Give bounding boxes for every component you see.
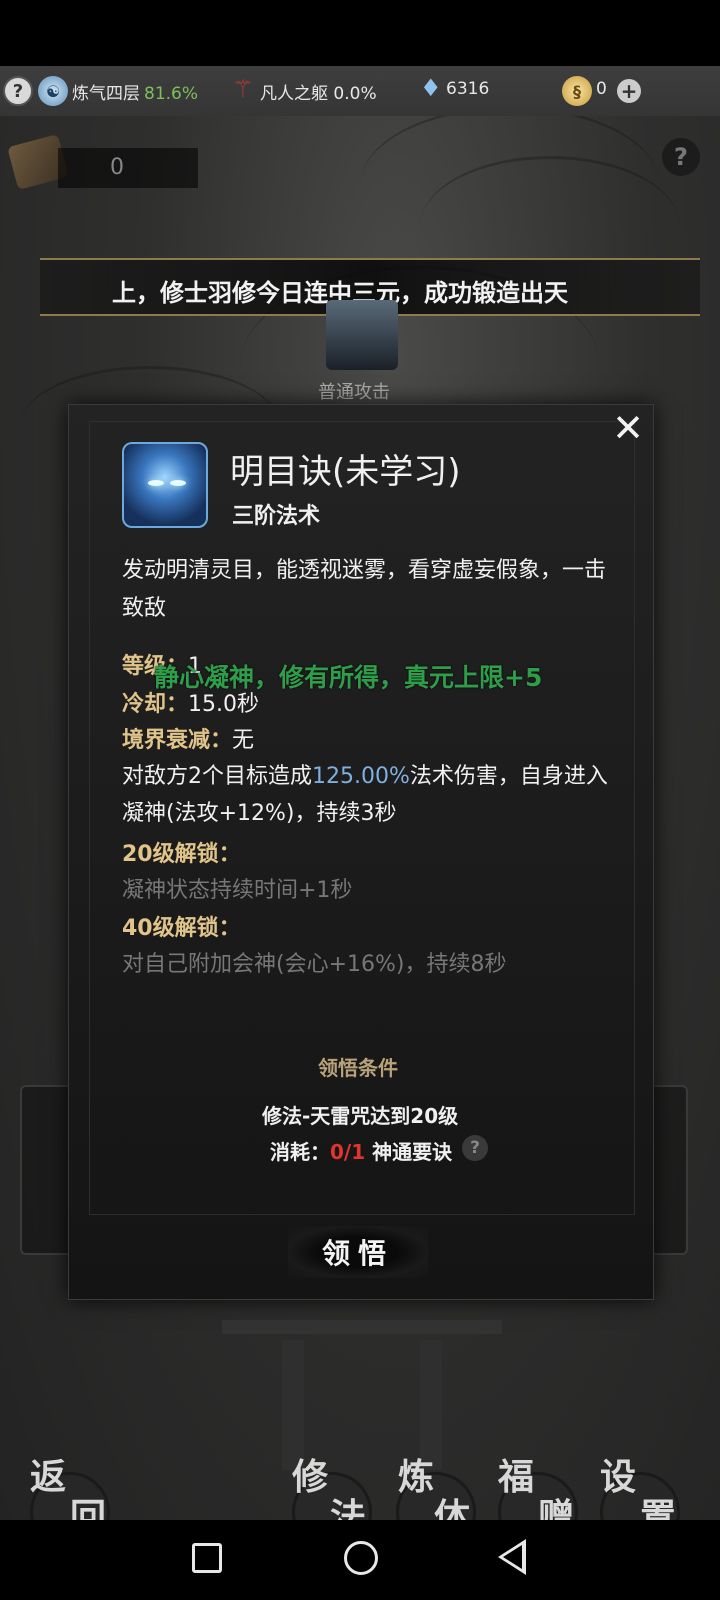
help-icon-right[interactable]: ? xyxy=(662,138,700,176)
unlock-40-title: 40级解锁： xyxy=(122,916,241,941)
spirit-coin-icon: § xyxy=(562,76,592,106)
score-box xyxy=(58,148,198,188)
resource-bar: ? ☯ 炼气四层 81.6% ⚚ 凡人之躯 0.0% ♦ 6316 § 0 + xyxy=(0,66,720,116)
damage-percent: 125.00% xyxy=(312,764,410,789)
skill-name: 明目诀(未学习) xyxy=(230,452,461,492)
body-realm-icon: ⚚ xyxy=(232,75,254,103)
crystal-count: 6316 xyxy=(446,79,490,99)
coin-count: 0 xyxy=(596,79,607,99)
floating-notification: 静心凝神，修有所得，真元上限+5 xyxy=(154,663,543,692)
attack-label: 普通攻击 xyxy=(318,382,390,403)
skill-effect: 对敌方2个目标造成125.00%法术伤害，自身进入凝神(法攻+12%)，持续3秒 xyxy=(122,764,608,826)
gift-nav-char-1: 福 xyxy=(498,1456,535,1498)
skill-tier: 三阶法术 xyxy=(232,504,321,529)
unlock-40-description: 对自己附加会神(会心+16%)，持续8秒 xyxy=(122,952,507,977)
torii-gate xyxy=(222,1320,502,1470)
condition-requirement: 修法-天雷咒达到20级 xyxy=(262,1104,459,1128)
back-nav-char-1: 返 xyxy=(30,1456,67,1498)
stat-realm-decay: 境界衰减：无 xyxy=(122,728,255,753)
cost-help-icon[interactable]: ? xyxy=(462,1135,488,1161)
add-currency-icon[interactable]: + xyxy=(617,79,641,103)
attack-skill-icon xyxy=(326,300,398,370)
condition-cost: 消耗：0/1 神通要诀 xyxy=(270,1140,453,1164)
cost-count: 0/1 xyxy=(330,1140,366,1164)
back-icon[interactable] xyxy=(498,1539,526,1575)
status-bar xyxy=(0,0,720,66)
refine-nav-char-1: 炼 xyxy=(398,1456,435,1498)
help-icon[interactable]: ? xyxy=(3,76,33,106)
settings-nav-char-1: 设 xyxy=(600,1456,637,1498)
recent-apps-icon[interactable] xyxy=(192,1543,222,1573)
crystal-icon: ♦ xyxy=(420,74,442,102)
cultivation-label: 炼气四层 81.6% xyxy=(72,84,199,104)
unlock-20-title: 20级解锁： xyxy=(122,842,241,867)
cultivate-nav-char-1: 修 xyxy=(292,1456,329,1498)
cultivation-percent: 81.6% xyxy=(144,84,199,104)
skill-description: 发动明清灵目，能透视迷雾，看穿虚妄假象，一击致敌 xyxy=(122,558,607,621)
glowing-eyes-icon xyxy=(122,442,208,528)
comprehend-button[interactable]: 领悟 xyxy=(288,1226,428,1278)
score-value: 0 xyxy=(110,155,124,180)
home-icon[interactable] xyxy=(344,1541,378,1575)
condition-title: 领悟条件 xyxy=(318,1056,398,1080)
body-realm-label: 凡人之躯 0.0% xyxy=(260,84,377,104)
unlock-20-description: 凝神状态持续时间+1秒 xyxy=(122,878,353,903)
cultivation-realm-icon: ☯ xyxy=(38,76,68,106)
close-icon[interactable]: ✕ xyxy=(610,409,646,447)
